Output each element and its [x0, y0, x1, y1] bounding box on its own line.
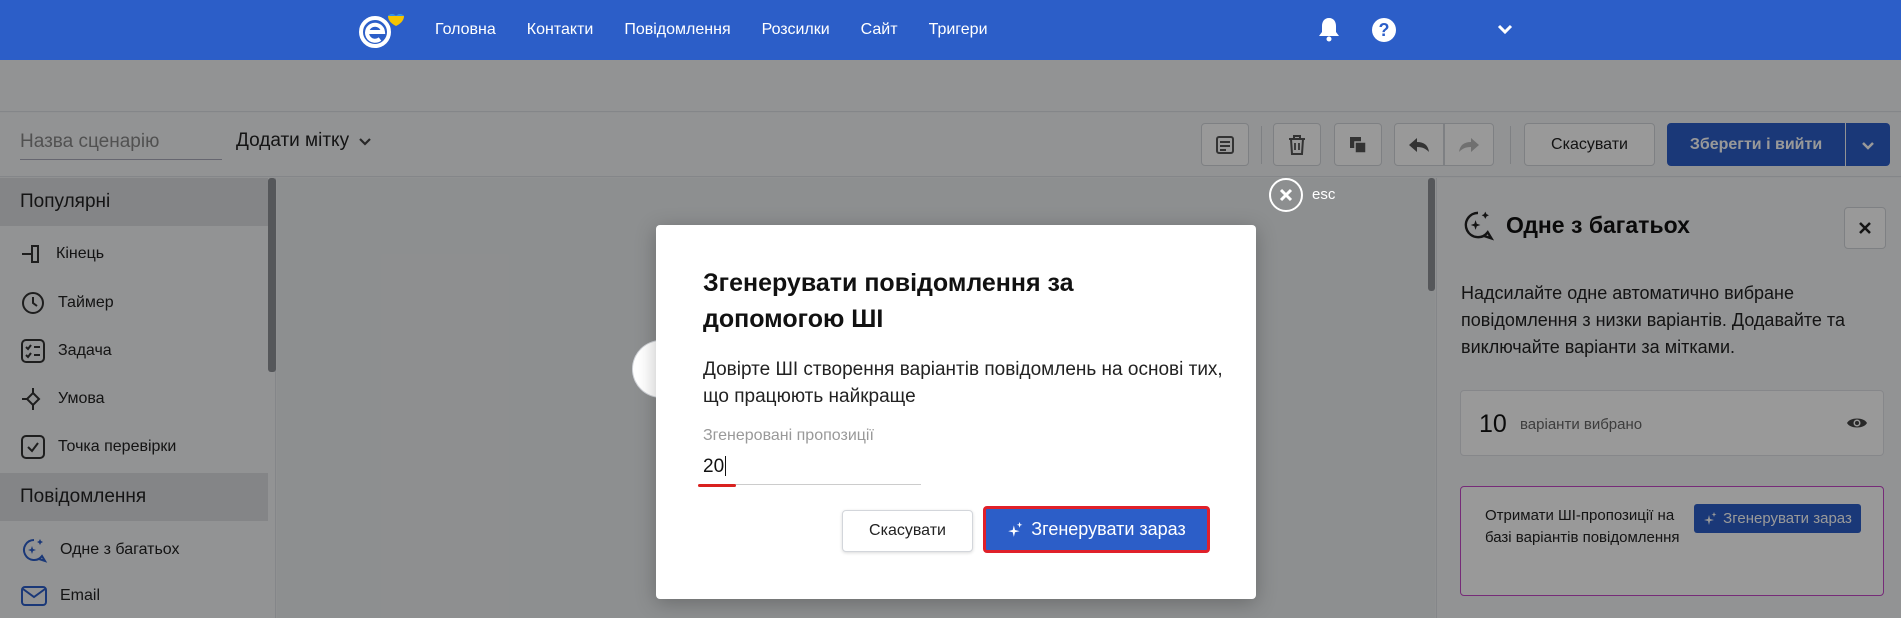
esc-hint: esc	[1312, 186, 1336, 203]
modal-title: Згенерувати повідомлення за допомогою ШІ	[703, 269, 1074, 333]
close-icon[interactable]	[1269, 178, 1303, 212]
chevron-down-icon[interactable]	[1496, 20, 1514, 43]
sparkle-icon	[1008, 521, 1023, 537]
modal-cancel-button[interactable]: Скасувати	[842, 510, 973, 552]
nav-triggers[interactable]: Тригери	[929, 21, 988, 39]
generated-suggestions-label: Згенеровані пропозиції	[703, 427, 874, 444]
generated-suggestions-input[interactable]: 20	[703, 453, 921, 485]
ai-generate-modal: Згенерувати повідомлення за допомогою ШІ…	[656, 225, 1256, 599]
bell-icon[interactable]	[1318, 16, 1340, 47]
nav-messages[interactable]: Повідомлення	[624, 21, 730, 39]
modal-generate-now-button[interactable]: Згенерувати зараз	[983, 506, 1210, 553]
modal-generate-label: Згенерувати зараз	[1031, 519, 1186, 539]
nav-site[interactable]: Сайт	[861, 21, 898, 39]
nav-home[interactable]: Головна	[435, 21, 496, 39]
help-icon[interactable]: ?	[1372, 18, 1396, 42]
modal-description: Довірте ШІ створення варіантів повідомле…	[703, 359, 1223, 407]
text-caret	[725, 456, 727, 476]
spellcheck-underline	[698, 484, 736, 487]
top-navigation: Головна Контакти Повідомлення Розсилки С…	[0, 0, 1901, 60]
generated-suggestions-value: 20	[703, 456, 725, 477]
nav-campaigns[interactable]: Розсилки	[762, 21, 830, 39]
logo[interactable]	[358, 8, 418, 52]
nav-contacts[interactable]: Контакти	[527, 21, 594, 39]
